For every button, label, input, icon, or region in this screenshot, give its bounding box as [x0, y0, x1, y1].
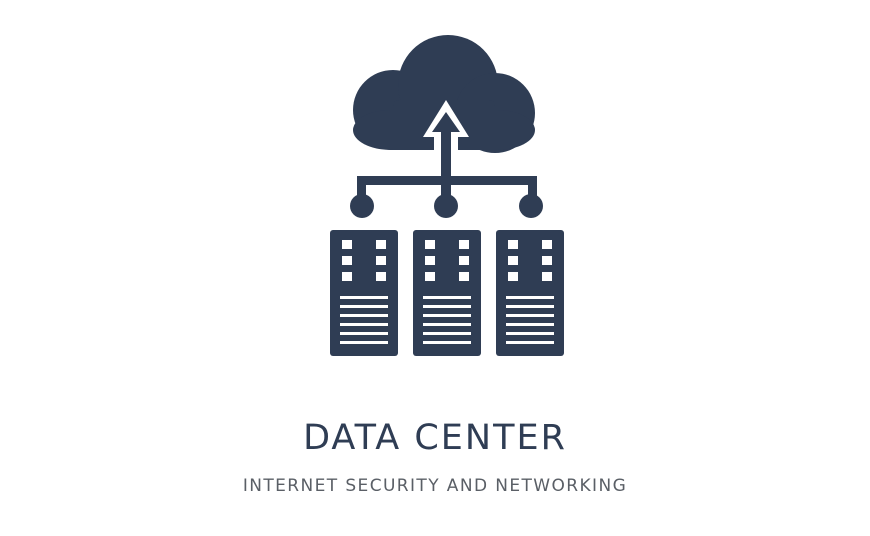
- network-lines-icon: [350, 176, 543, 218]
- server-rack-center-icon: [413, 230, 481, 356]
- page-subtitle: INTERNET SECURITY AND NETWORKING: [242, 476, 628, 496]
- server-rack-right-icon: [496, 230, 564, 356]
- page-title: DATA CENTER: [303, 418, 567, 458]
- logo-canvas: DATA CENTER INTERNET SECURITY AND NETWOR…: [0, 0, 870, 536]
- server-rack-left-icon: [330, 230, 398, 356]
- data-center-icon: [0, 0, 870, 380]
